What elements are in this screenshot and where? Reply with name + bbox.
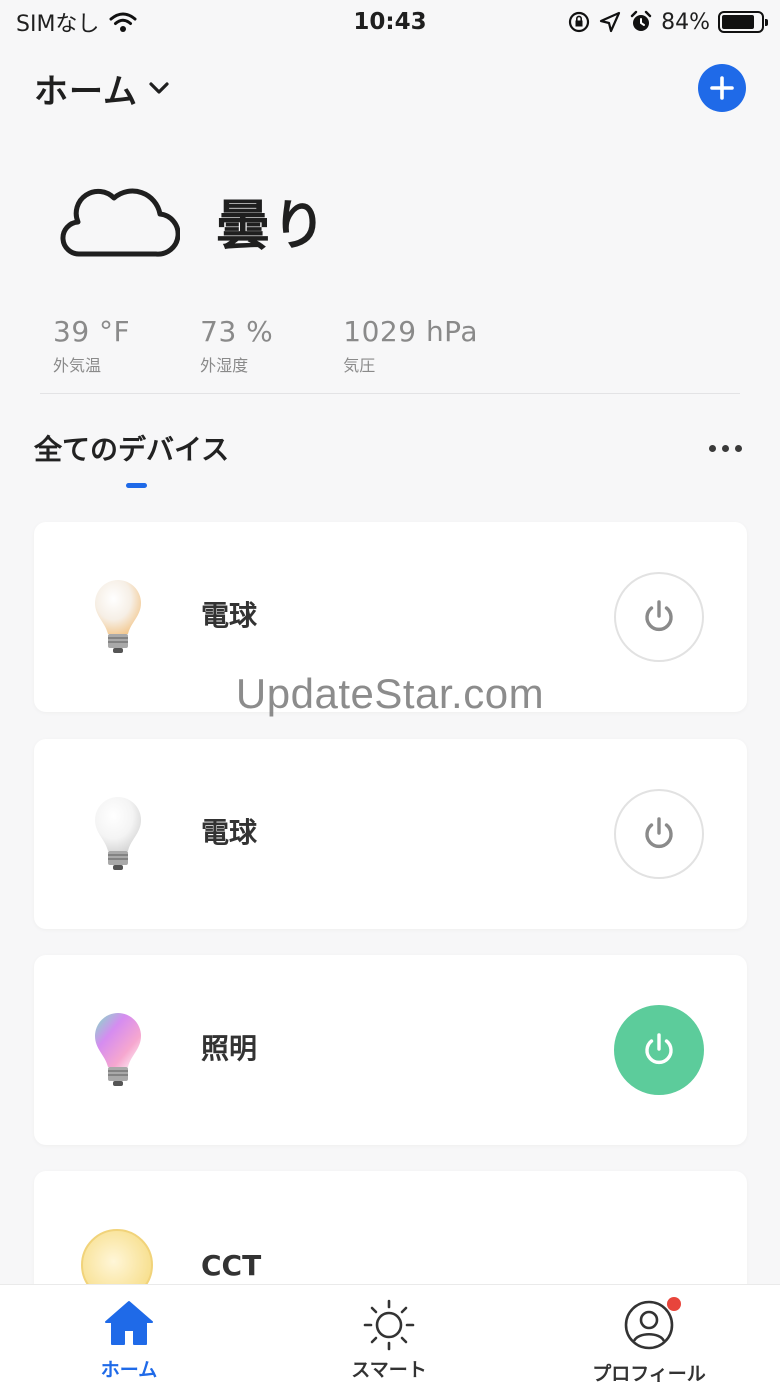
device-name: CCT xyxy=(201,1249,262,1282)
battery-level xyxy=(722,15,754,29)
device-name: 電球 xyxy=(201,599,258,632)
device-name: 照明 xyxy=(201,1032,258,1065)
status-bar: SIMなし 10:43 84% xyxy=(0,0,780,44)
section-header: 全てのデバイス xyxy=(34,428,742,468)
device-card[interactable]: 電球 xyxy=(34,739,747,929)
device-card[interactable]: 照明 xyxy=(34,955,747,1145)
battery-percent: 84% xyxy=(661,9,710,35)
stat-value: 1029 hPa xyxy=(343,315,478,348)
stat-label: 外湿度 xyxy=(200,356,249,375)
stat-humidity: 73 % 外湿度 xyxy=(200,315,273,376)
power-button[interactable] xyxy=(614,789,704,879)
header: ホーム xyxy=(34,60,746,116)
tab-smart[interactable]: スマート xyxy=(319,1299,459,1382)
device-name: 電球 xyxy=(201,816,258,849)
profile-icon-wrap xyxy=(623,1297,681,1355)
power-button[interactable] xyxy=(614,572,704,662)
tab-home[interactable]: ホーム xyxy=(59,1299,199,1382)
notification-badge xyxy=(667,1297,681,1311)
tab-bar: ホーム スマート プロフィール xyxy=(0,1284,780,1387)
device-card[interactable]: 電球 xyxy=(34,522,747,712)
carrier-label: SIMなし xyxy=(16,12,100,37)
power-icon xyxy=(645,1033,673,1064)
sun-icon xyxy=(363,1299,415,1351)
home-selector[interactable]: ホーム xyxy=(34,64,170,113)
stat-value: 73 % xyxy=(200,315,274,348)
active-tab-indicator xyxy=(126,483,147,488)
stat-value: 39 °F xyxy=(53,315,131,348)
orientation-lock-icon xyxy=(568,11,590,33)
weather-condition: 曇り xyxy=(216,193,328,257)
weather-stats: 39 °F 外気温 73 % 外湿度 1029 hPa 気圧 xyxy=(53,315,548,376)
divider xyxy=(40,393,740,394)
status-right: 84% xyxy=(567,9,768,35)
bulb-rgb-icon xyxy=(95,1013,141,1086)
stat-pressure: 1029 hPa 気圧 xyxy=(343,315,478,376)
status-left: SIMなし xyxy=(16,6,137,38)
dot xyxy=(735,444,742,452)
home-title: ホーム xyxy=(34,71,138,112)
weather-summary: 曇り xyxy=(56,180,328,260)
wifi-icon xyxy=(109,12,137,32)
tab-label: ホーム xyxy=(100,1359,158,1381)
dot xyxy=(722,444,729,452)
more-dots-icon[interactable] xyxy=(709,439,742,458)
cloud-icon xyxy=(60,188,180,257)
power-button[interactable] xyxy=(614,1005,704,1095)
bulb-warm-icon xyxy=(95,580,141,653)
chevron-down-icon xyxy=(149,82,169,94)
bulb-white-icon xyxy=(95,797,141,870)
plus-icon xyxy=(710,76,734,100)
stat-temperature: 39 °F 外気温 xyxy=(53,315,130,376)
dot xyxy=(709,444,716,452)
tab-label: スマート xyxy=(351,1359,427,1381)
stat-label: 気圧 xyxy=(343,356,376,375)
power-icon xyxy=(645,817,673,848)
tab-label: プロフィール xyxy=(592,1363,706,1385)
stat-label: 外気温 xyxy=(53,356,102,375)
add-device-button[interactable] xyxy=(698,64,746,112)
location-arrow-icon xyxy=(599,11,621,33)
tab-profile[interactable]: プロフィール xyxy=(579,1297,719,1386)
tab-all-devices[interactable]: 全てのデバイス xyxy=(34,428,229,468)
home-icon xyxy=(105,1301,153,1345)
alarm-icon xyxy=(630,10,652,31)
battery-icon xyxy=(718,11,768,33)
power-icon xyxy=(645,600,673,631)
